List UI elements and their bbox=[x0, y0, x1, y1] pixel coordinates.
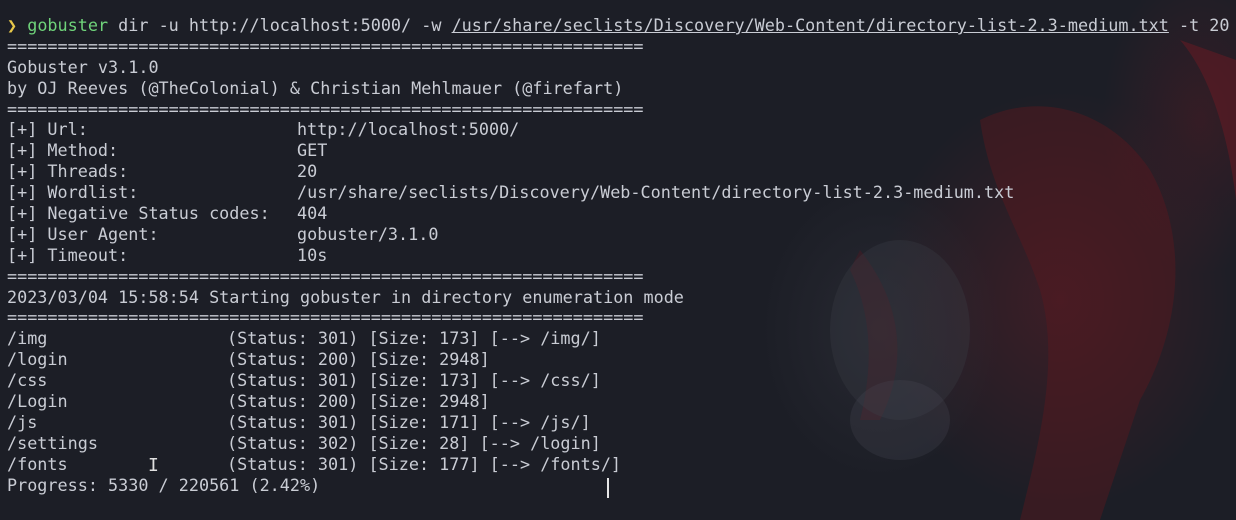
config-key: [+] Wordlist: bbox=[7, 182, 139, 203]
config-key: [+] Threads: bbox=[7, 161, 129, 182]
result-row: /Login (Status: 200) [Size: 2948] bbox=[7, 391, 1236, 412]
result-info: (Status: 200) [Size: 2948] bbox=[227, 391, 490, 412]
config-value: 10s bbox=[297, 244, 328, 265]
result-info: (Status: 301) [Size: 173] [--> /css/] bbox=[227, 370, 601, 391]
config-key: [+] Url: bbox=[7, 119, 88, 140]
start-message: 2023/03/04 15:58:54 Starting gobuster in… bbox=[7, 286, 684, 307]
terminal-output: ❯ gobuster dir -u http://localhost:5000/… bbox=[7, 15, 1236, 495]
result-path: /fonts bbox=[7, 453, 68, 474]
prompt-arrow-icon: ❯ bbox=[7, 15, 18, 35]
result-path: /img bbox=[7, 328, 48, 349]
config-row-threads: [+] Threads: 20 bbox=[7, 161, 1236, 182]
terminal-window[interactable]: ❯ gobuster dir -u http://localhost:5000/… bbox=[0, 0, 1236, 520]
result-path: /css bbox=[7, 370, 48, 391]
result-info: (Status: 301) [Size: 177] [--> /fonts/] bbox=[227, 453, 622, 474]
config-value: /usr/share/seclists/Discovery/Web-Conten… bbox=[297, 182, 1015, 203]
result-row: /img (Status: 301) [Size: 173] [--> /img/… bbox=[7, 328, 1236, 349]
config-value: gobuster/3.1.0 bbox=[297, 223, 439, 244]
config-value: 404 bbox=[297, 203, 328, 224]
result-info: (Status: 200) [Size: 2948] bbox=[227, 349, 490, 370]
config-row-negative-status: [+] Negative Status codes: 404 bbox=[7, 203, 1236, 224]
config-row-method: [+] Method: GET bbox=[7, 140, 1236, 161]
result-path: /js bbox=[7, 411, 38, 432]
result-row: /settings (Status: 302) [Size: 28] [--> /… bbox=[7, 433, 1236, 454]
wordlist-path-link[interactable]: /usr/share/seclists/Discovery/Web-Conten… bbox=[452, 15, 1169, 35]
result-row: /login (Status: 200) [Size: 2948] bbox=[7, 349, 1236, 370]
config-value: GET bbox=[297, 140, 328, 161]
command-name: gobuster bbox=[27, 15, 109, 35]
config-key: [+] Timeout: bbox=[7, 244, 129, 265]
banner-version: Gobuster v3.1.0 bbox=[7, 56, 159, 77]
command-line: ❯ gobuster dir -u http://localhost:5000/… bbox=[7, 15, 1236, 36]
config-row-user-agent: [+] User Agent: gobuster/3.1.0 bbox=[7, 224, 1236, 245]
result-info: (Status: 301) [Size: 171] [--> /js/] bbox=[227, 411, 591, 432]
result-path: /login bbox=[7, 349, 68, 370]
command-args-tail: -t 20 bbox=[1168, 15, 1230, 35]
config-row-wordlist: [+] Wordlist: /usr/share/seclists/Discove… bbox=[7, 182, 1236, 203]
text-cursor bbox=[607, 478, 609, 498]
result-path: /Login bbox=[7, 391, 68, 412]
config-key: [+] User Agent: bbox=[7, 223, 159, 244]
result-row: /css (Status: 301) [Size: 173] [--> /css/… bbox=[7, 370, 1236, 391]
banner-authors: by OJ Reeves (@TheColonial) & Christian … bbox=[7, 77, 624, 98]
separator-line: ========================================… bbox=[7, 307, 644, 328]
config-key: [+] Negative Status codes: bbox=[7, 203, 270, 224]
result-info: (Status: 302) [Size: 28] [--> /login] bbox=[227, 432, 601, 453]
separator-line: ========================================… bbox=[7, 98, 644, 119]
mouse-ibeam-icon: I bbox=[148, 455, 159, 476]
result-row: /fonts (Status: 301) [Size: 177] [--> /fo… bbox=[7, 454, 1236, 475]
config-value: http://localhost:5000/ bbox=[297, 119, 520, 140]
result-row: /js (Status: 301) [Size: 171] [--> /js/] bbox=[7, 412, 1236, 433]
result-path: /settings bbox=[7, 432, 98, 453]
command-args: dir -u http://localhost:5000/ -w bbox=[108, 15, 452, 35]
separator-line: ========================================… bbox=[7, 35, 644, 56]
separator-line: ========================================… bbox=[7, 265, 644, 286]
progress-line: Progress: 5330 / 220561 (2.42%) bbox=[7, 474, 321, 495]
config-key: [+] Method: bbox=[7, 140, 119, 161]
config-value: 20 bbox=[297, 161, 318, 182]
result-info: (Status: 301) [Size: 173] [--> /img/] bbox=[227, 328, 601, 349]
config-row-timeout: [+] Timeout: 10s bbox=[7, 245, 1236, 266]
config-row-url: [+] Url: http://localhost:5000/ bbox=[7, 119, 1236, 140]
